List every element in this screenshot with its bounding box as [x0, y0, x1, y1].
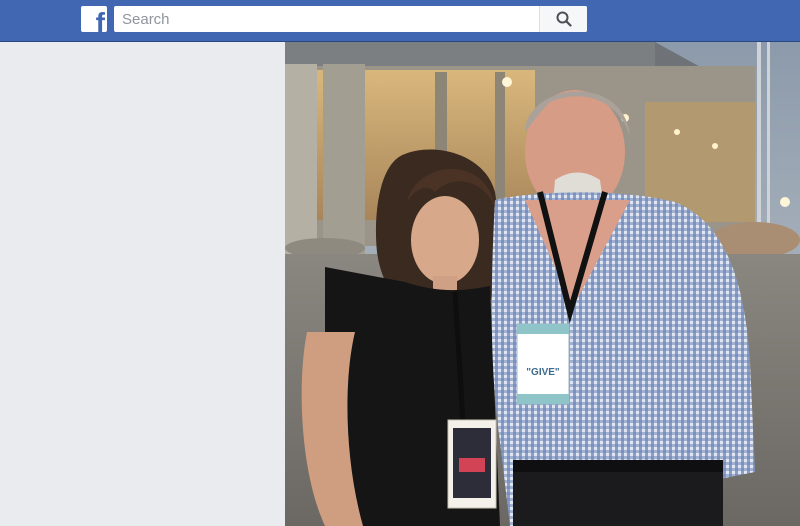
search-button[interactable] [539, 6, 587, 32]
facebook-logo-letter: f [95, 7, 105, 33]
photo-viewer-image[interactable]: "GIVE" [285, 42, 800, 526]
top-navigation-bar: f [0, 0, 800, 42]
man-badge-text: "GIVE" [526, 367, 560, 378]
photo-illustration: "GIVE" [285, 42, 800, 526]
search-bar [114, 6, 587, 32]
facebook-logo-icon[interactable]: f [81, 6, 107, 32]
search-icon [556, 11, 572, 27]
search-input[interactable] [114, 6, 538, 32]
left-empty-panel [0, 42, 285, 526]
